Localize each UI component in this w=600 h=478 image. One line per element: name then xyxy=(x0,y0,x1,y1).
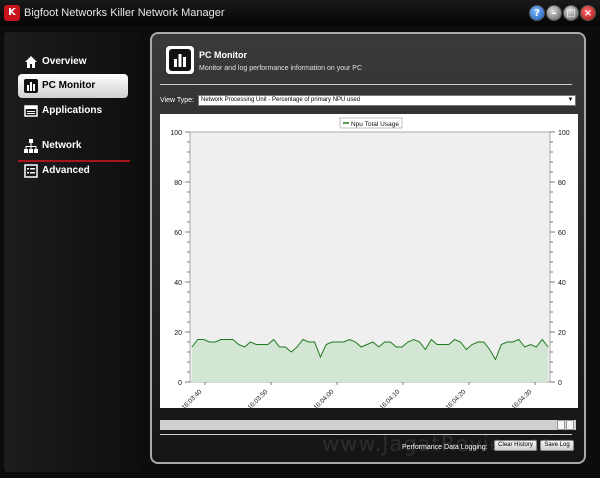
home-icon xyxy=(25,56,37,68)
x-tick-label: 16:03:40 xyxy=(181,388,204,408)
scroll-thumb[interactable] xyxy=(557,420,565,430)
main-panel: PC Monitor Monitor and log performance i… xyxy=(150,32,586,464)
sidebar-item-advanced[interactable]: Advanced xyxy=(18,159,128,183)
close-icon[interactable]: × xyxy=(580,5,596,21)
sidebar-item-label: Advanced xyxy=(42,165,90,176)
sidebar-item-label: Network xyxy=(42,140,82,151)
y-tick-label-left: 0 xyxy=(178,380,182,387)
view-type-value: Network Processing Unit - Percentage of … xyxy=(201,97,361,103)
chevron-down-icon[interactable]: ▼ xyxy=(567,97,574,104)
scroll-thumb-end[interactable] xyxy=(566,420,574,430)
pc-monitor-icon xyxy=(166,46,194,74)
legend-label: Npu Total Usage xyxy=(351,121,399,128)
chart-scrollbar[interactable] xyxy=(160,420,576,430)
sidebar-item-label: Overview xyxy=(42,56,87,67)
x-tick-label: 16:04:20 xyxy=(445,388,468,408)
x-tick-label: 16:04:10 xyxy=(379,388,402,408)
y-tick-label-left: 40 xyxy=(174,280,182,287)
y-tick-label-right: 0 xyxy=(558,380,562,387)
sidebar-item-applications[interactable]: Applications xyxy=(18,99,128,123)
logging-label: Performance Data Logging: xyxy=(402,444,488,451)
x-tick-label: 16:03:50 xyxy=(247,388,270,408)
chart-svg: 0 0 20 20 40 40 60 60 80 80 100 100 16:03:40 16:03:50… xyxy=(170,117,570,408)
y-tick-label-left: 80 xyxy=(174,180,182,187)
clear-history-button[interactable]: Clear History xyxy=(494,440,537,451)
y-tick-label-right: 60 xyxy=(558,230,566,237)
applications-icon xyxy=(24,105,38,117)
save-log-button[interactable]: Save Log xyxy=(540,440,574,451)
sidebar-item-label: Applications xyxy=(42,105,103,116)
sidebar-item-overview[interactable]: Overview xyxy=(18,50,128,74)
view-type-select[interactable]: Network Processing Unit - Percentage of … xyxy=(198,95,576,106)
page-title: PC Monitor xyxy=(199,50,247,60)
y-tick-label-right: 100 xyxy=(558,130,570,137)
y-tick-label-right: 40 xyxy=(558,280,566,287)
bar-chart-icon xyxy=(24,79,38,93)
y-tick-label-right: 80 xyxy=(558,180,566,187)
y-tick-label-left: 100 xyxy=(170,130,182,137)
sidebar: Overview PC Monitor Applications Network… xyxy=(4,32,142,472)
advanced-list-icon xyxy=(24,164,38,178)
maximize-icon[interactable]: □ xyxy=(563,5,579,21)
y-tick-label-left: 60 xyxy=(174,230,182,237)
sidebar-item-network[interactable]: Network xyxy=(18,134,128,158)
x-tick-label: 16:04:00 xyxy=(313,388,336,408)
minimize-icon[interactable]: – xyxy=(546,5,562,21)
killer-logo-icon: K xyxy=(4,5,20,21)
window-title: Bigfoot Networks Killer Network Manager xyxy=(24,7,225,19)
sidebar-item-pc-monitor[interactable]: PC Monitor xyxy=(18,74,128,98)
y-tick-label-left: 20 xyxy=(174,330,182,337)
sidebar-item-label: PC Monitor xyxy=(42,80,96,91)
view-type-label: View Type: xyxy=(160,97,194,104)
performance-chart: 0 0 20 20 40 40 60 60 80 80 100 100 16:03:40 16:03:50… xyxy=(160,114,578,408)
x-tick-label: 16:04:30 xyxy=(511,388,534,408)
title-bar: K Bigfoot Networks Killer Network Manage… xyxy=(0,0,600,26)
network-icon xyxy=(24,139,38,153)
header-divider xyxy=(160,84,572,85)
y-tick-label-right: 20 xyxy=(558,330,566,337)
help-icon[interactable]: ? xyxy=(529,5,545,21)
page-subtitle: Monitor and log performance information … xyxy=(199,65,363,72)
